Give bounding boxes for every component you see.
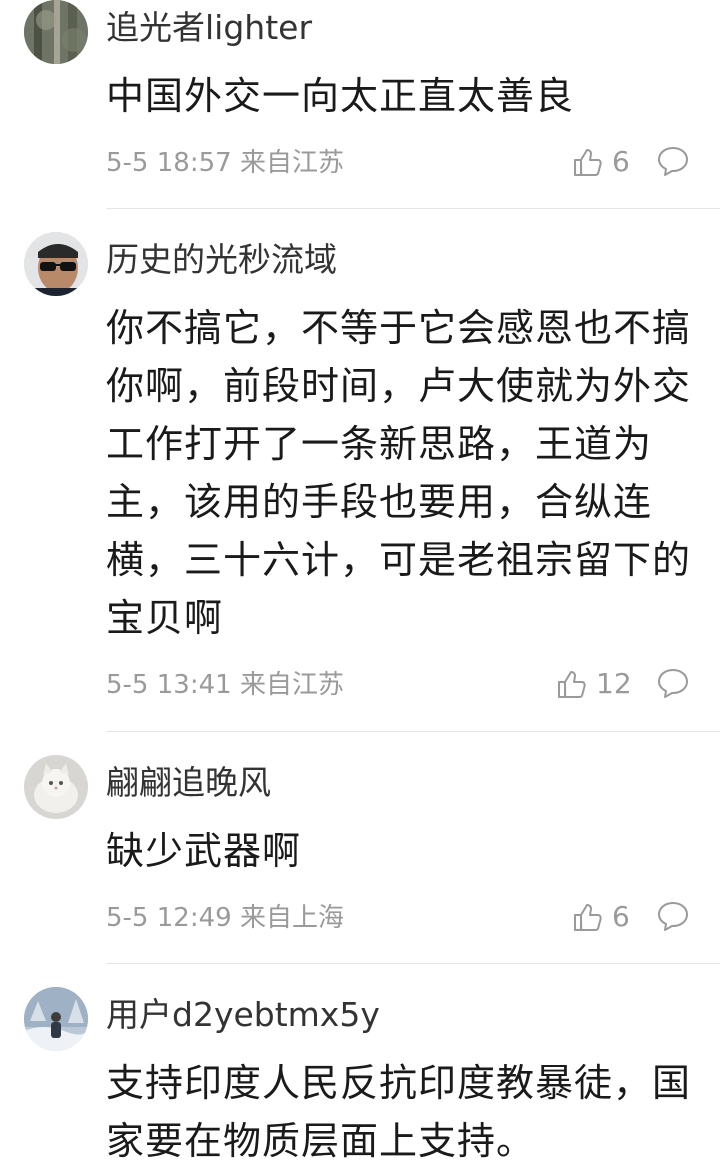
comment-bubble-icon xyxy=(658,902,688,931)
reply-button[interactable] xyxy=(656,900,690,936)
divider xyxy=(106,731,720,732)
thumbs-up-icon xyxy=(574,148,602,176)
like-button[interactable]: 6 xyxy=(572,145,630,178)
comment-date: 5-5 13:41 xyxy=(106,670,232,700)
divider xyxy=(106,963,720,964)
comment-location: 来自上海 xyxy=(239,903,344,933)
comment-date: 5-5 12:49 xyxy=(106,903,232,933)
reply-button[interactable] xyxy=(656,667,690,703)
comment-text: 支持印度人民反抗印度教暴徒，国家要在物质层面上支持。 xyxy=(106,1061,692,1163)
avatar[interactable] xyxy=(24,232,88,296)
like-count: 6 xyxy=(612,145,630,178)
avatar[interactable] xyxy=(24,755,88,819)
comment-text: 中国外交一向太正直太善良 xyxy=(106,74,575,118)
comment-username[interactable]: 追光者lighter xyxy=(106,8,312,48)
avatar[interactable] xyxy=(24,0,88,64)
comment-text: 缺少武器啊 xyxy=(106,829,302,873)
comment-location: 来自江苏 xyxy=(239,670,344,700)
comment-meta: 5-5 18:57 来自江苏 xyxy=(106,146,344,180)
comment-text: 你不搞它，不等于它会感恩也不搞你啊，前段时间，卢大使就为外交工作打开了一条新思路… xyxy=(106,306,692,640)
forest-tree-avatar-icon xyxy=(24,0,88,64)
comment-bubble-icon xyxy=(658,147,688,176)
comment-location: 来自江苏 xyxy=(239,148,344,178)
like-count: 6 xyxy=(612,900,630,933)
comment-username[interactable]: 用户d2yebtmx5y xyxy=(106,995,380,1035)
divider xyxy=(106,208,720,209)
like-button[interactable]: 12 xyxy=(556,667,632,700)
snow-person-avatar-icon xyxy=(24,987,88,1051)
comment-date: 5-5 18:57 xyxy=(106,148,232,178)
avatar[interactable] xyxy=(24,987,88,1051)
comment-bubble-icon xyxy=(658,669,688,698)
thumbs-up-icon xyxy=(558,670,586,698)
comment-username[interactable]: 翩翩追晚风 xyxy=(106,763,271,803)
sunglasses-man-avatar-icon xyxy=(24,232,88,296)
like-button[interactable]: 6 xyxy=(572,900,630,933)
comment-username[interactable]: 历史的光秒流域 xyxy=(106,240,337,280)
comment-meta: 5-5 13:41 来自江苏 xyxy=(106,668,344,702)
white-cat-avatar-icon xyxy=(24,755,88,819)
comment-meta: 5-5 12:49 来自上海 xyxy=(106,901,344,935)
reply-button[interactable] xyxy=(656,145,690,181)
like-count: 12 xyxy=(596,667,632,700)
thumbs-up-icon xyxy=(574,903,602,931)
